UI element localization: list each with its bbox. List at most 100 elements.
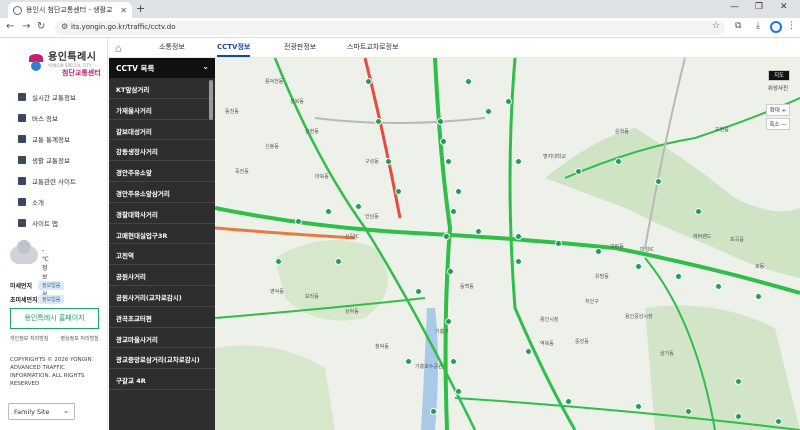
city-homepage-button[interactable]: 용인특례시 홈페이지 bbox=[10, 308, 99, 329]
cctv-camera-icon[interactable] bbox=[505, 98, 512, 105]
new-tab-button[interactable]: + bbox=[136, 2, 145, 15]
cctv-camera-icon[interactable] bbox=[443, 233, 450, 240]
maximize-button[interactable]: ❐ bbox=[755, 2, 763, 12]
cctv-camera-icon[interactable] bbox=[715, 283, 722, 290]
cctv-camera-icon[interactable] bbox=[465, 78, 472, 85]
cctv-camera-icon[interactable] bbox=[455, 388, 462, 395]
cctv-list-item[interactable]: 관곡초교터편 bbox=[109, 307, 215, 328]
cctv-camera-icon[interactable] bbox=[575, 168, 582, 175]
zoom-in-button[interactable]: 확대 + bbox=[766, 104, 790, 116]
cctv-camera-icon[interactable] bbox=[405, 358, 412, 365]
cctv-scrollbar[interactable] bbox=[209, 80, 213, 120]
map-type-button[interactable]: 지도 bbox=[768, 70, 790, 81]
url-bar[interactable]: ⚙ its.yongin.go.kr/traffic/cctv.do bbox=[55, 21, 725, 35]
cctv-list-item[interactable]: KT앞삼거리 bbox=[109, 78, 215, 99]
menu-item-stats[interactable]: 교통 통계정보 bbox=[18, 128, 76, 149]
minimize-button[interactable]: — bbox=[730, 2, 739, 12]
cctv-camera-icon[interactable] bbox=[635, 263, 642, 270]
cctv-list-item[interactable]: 구갈교 4R bbox=[109, 369, 215, 390]
privacy-policy-link[interactable]: 개인정보 처리방침 bbox=[10, 335, 48, 342]
cctv-camera-icon[interactable] bbox=[735, 413, 742, 420]
menu-item-realtime[interactable]: 실시간 교통정보 bbox=[18, 86, 76, 107]
cctv-camera-icon[interactable] bbox=[775, 418, 782, 425]
cctv-camera-icon[interactable] bbox=[655, 178, 662, 185]
cctv-camera-icon[interactable] bbox=[275, 258, 282, 265]
menu-item-sites[interactable]: 교통관련 사이트 bbox=[18, 170, 76, 191]
site-logo[interactable]: 용인특례시 YONGIN SPECIAL CITY 첨단교통센터 bbox=[28, 48, 101, 78]
cctv-camera-icon[interactable] bbox=[437, 118, 444, 125]
cctv-camera-icon[interactable] bbox=[755, 293, 762, 300]
cctv-camera-icon[interactable] bbox=[447, 268, 454, 275]
menu-item-sitemap[interactable]: 사이트 맵 bbox=[18, 212, 76, 233]
cctv-camera-icon[interactable] bbox=[445, 158, 452, 165]
cctv-list-item[interactable]: 경안주유소앞 bbox=[109, 161, 215, 182]
cctv-camera-icon[interactable] bbox=[525, 348, 532, 355]
tab-signboard[interactable]: 전광판정보 bbox=[284, 42, 316, 52]
family-site-select[interactable]: Family Site ⌄ bbox=[8, 403, 75, 420]
cctv-camera-icon[interactable] bbox=[295, 218, 302, 225]
menu-icon[interactable]: ⋮ bbox=[787, 21, 796, 31]
browser-tab[interactable]: 용인시 첨단교통센터 - 생활교 ✕ bbox=[8, 2, 132, 18]
cctv-list-item[interactable]: 경찰대학사거리 bbox=[109, 203, 215, 224]
cctv-camera-icon[interactable] bbox=[515, 233, 522, 240]
back-icon[interactable]: ← bbox=[6, 21, 14, 32]
download-icon[interactable]: ⤓ bbox=[756, 21, 760, 31]
cctv-camera-icon[interactable] bbox=[635, 403, 642, 410]
cctv-camera-icon[interactable] bbox=[440, 138, 447, 145]
cctv-camera-icon[interactable] bbox=[675, 273, 682, 280]
cctv-list-item[interactable]: 공원사거리(교차로감시) bbox=[109, 286, 215, 307]
satellite-button[interactable]: 위성사진 bbox=[766, 84, 790, 95]
cctv-camera-icon[interactable] bbox=[365, 78, 372, 85]
home-icon[interactable]: ⌂ bbox=[115, 42, 122, 55]
cctv-camera-icon[interactable] bbox=[555, 240, 562, 247]
bookmark-icon[interactable]: ☆ bbox=[712, 21, 720, 31]
map-view[interactable]: 모현읍 포곡읍 에버랜드 명지대학교 용인시청 기흥구 처인구 신갈IC 마성I… bbox=[215, 58, 800, 430]
reload-icon[interactable]: ↻ bbox=[37, 21, 45, 32]
extensions-icon[interactable]: ⧉ bbox=[735, 21, 741, 31]
cctv-list-item[interactable]: 경안주유소앞삼거리 bbox=[109, 182, 215, 203]
cctv-camera-icon[interactable] bbox=[515, 158, 522, 165]
cctv-list-item[interactable]: 고매현대실업구3R bbox=[109, 224, 215, 245]
tab-smart-intersection[interactable]: 스마트교차로정보 bbox=[347, 42, 399, 52]
zoom-out-button[interactable]: 축소 — bbox=[766, 118, 790, 130]
cctv-list-item[interactable]: 공원사거리 bbox=[109, 265, 215, 286]
cctv-camera-icon[interactable] bbox=[735, 378, 742, 385]
tab-cctv[interactable]: CCTV정보 bbox=[217, 42, 251, 57]
cctv-list-header[interactable]: CCTV 목록 ⌄ bbox=[109, 58, 215, 78]
cctv-camera-icon[interactable] bbox=[450, 358, 457, 365]
menu-item-life[interactable]: 생활 교통정보 bbox=[18, 149, 76, 170]
cctv-camera-icon[interactable] bbox=[485, 108, 492, 115]
cctv-camera-icon[interactable] bbox=[515, 258, 522, 265]
tab-traffic[interactable]: 소통정보 bbox=[159, 42, 185, 52]
cctv-list-item[interactable]: 가재울사거리 bbox=[109, 99, 215, 120]
cctv-camera-icon[interactable] bbox=[475, 228, 482, 235]
cctv-camera-icon[interactable] bbox=[335, 258, 342, 265]
cctv-camera-icon[interactable] bbox=[695, 208, 702, 215]
video-policy-link[interactable]: 영상정보 처리방침 bbox=[60, 335, 98, 342]
cctv-camera-icon[interactable] bbox=[430, 408, 437, 415]
cctv-camera-icon[interactable] bbox=[325, 208, 332, 215]
cctv-camera-icon[interactable] bbox=[385, 158, 392, 165]
cctv-camera-icon[interactable] bbox=[685, 408, 692, 415]
profile-avatar[interactable] bbox=[770, 21, 782, 33]
tab-close-icon[interactable]: ✕ bbox=[120, 6, 127, 15]
menu-item-bus[interactable]: 버스 정보 bbox=[18, 107, 76, 128]
cctv-list-item[interactable]: 광교중앙로삼거리(교차로감시) bbox=[109, 348, 215, 370]
cctv-camera-icon[interactable] bbox=[455, 188, 462, 195]
cctv-list-item[interactable]: 광교마을사거리 bbox=[109, 328, 215, 349]
cctv-camera-icon[interactable] bbox=[375, 118, 382, 125]
cctv-camera-icon[interactable] bbox=[355, 203, 362, 210]
cctv-camera-icon[interactable] bbox=[595, 248, 602, 255]
cctv-camera-icon[interactable] bbox=[450, 208, 457, 215]
cctv-list-item[interactable]: 고천역 bbox=[109, 244, 215, 266]
cctv-list-item[interactable]: 강동생장사거리 bbox=[109, 140, 215, 162]
cctv-list-item[interactable]: 갈보대성거리 bbox=[109, 120, 215, 141]
menu-item-about[interactable]: 소개 bbox=[18, 191, 76, 212]
site-info-icon[interactable]: ⚙ bbox=[61, 22, 68, 31]
cctv-camera-icon[interactable] bbox=[395, 188, 402, 195]
cctv-camera-icon[interactable] bbox=[565, 398, 572, 405]
cctv-camera-icon[interactable] bbox=[415, 288, 422, 295]
cctv-camera-icon[interactable] bbox=[615, 158, 622, 165]
close-window-button[interactable]: ✕ bbox=[780, 2, 788, 12]
forward-icon[interactable]: → bbox=[22, 21, 30, 32]
